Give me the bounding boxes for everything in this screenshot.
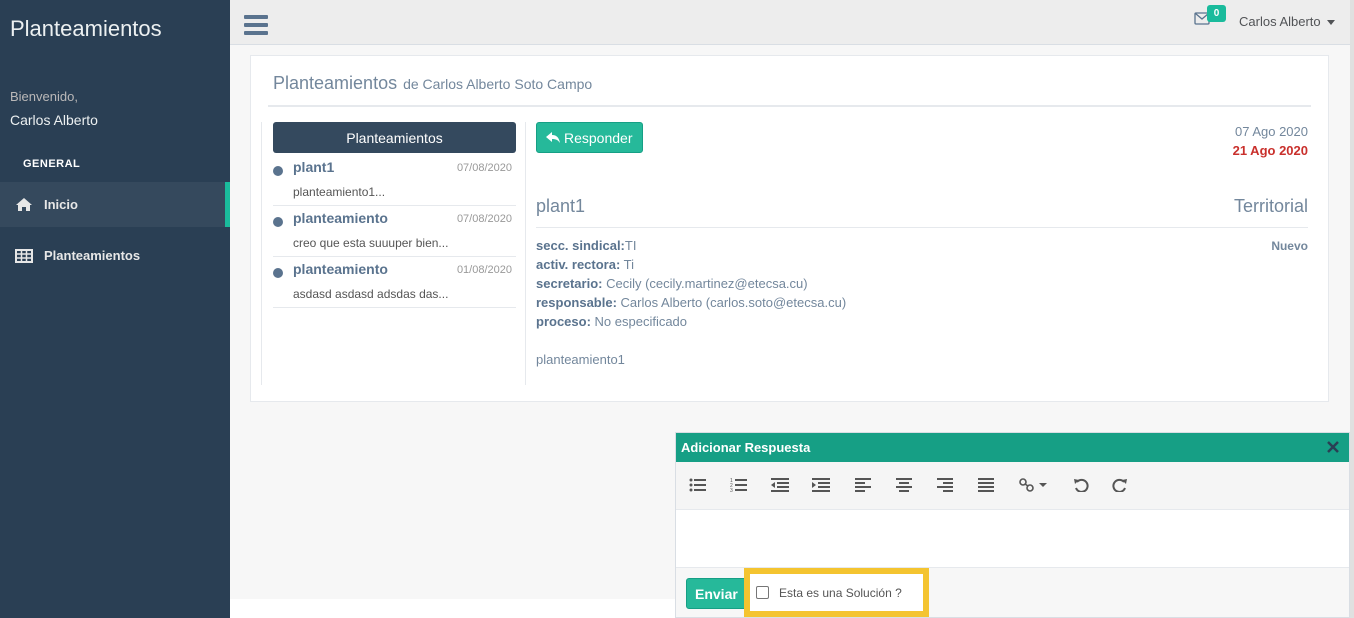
solution-checkbox-label: Esta es una Solución ? <box>779 585 902 600</box>
close-icon[interactable] <box>1325 439 1341 455</box>
svg-text:3: 3 <box>730 488 733 493</box>
mail-count-badge: 0 <box>1207 5 1226 22</box>
panel-title: Planteamientos de Carlos Alberto Soto Cam… <box>273 73 592 94</box>
list-item-snippet: creo que esta suuuper bien... <box>293 236 449 250</box>
editor-toolbar: 123 <box>676 462 1349 510</box>
solution-highlight: Esta es una Solución ? <box>744 568 929 617</box>
field-label: proceso: <box>536 314 591 329</box>
list-item-date: 07/08/2020 <box>456 162 512 174</box>
welcome-text: Bienvenido, <box>10 89 78 104</box>
list-header-button[interactable]: Planteamientos <box>273 122 516 153</box>
list-item-title: planteamiento <box>293 210 388 226</box>
list-item[interactable]: plant1 07/08/2020 planteamiento1... <box>273 155 516 206</box>
list-item[interactable]: planteamiento 01/08/2020 asdasd asdasd a… <box>273 257 516 308</box>
field-value: Carlos Alberto (carlos.soto@etecsa.cu) <box>616 295 847 310</box>
panel-subtitle: de Carlos Alberto Soto Campo <box>403 76 593 92</box>
list-item-title: plant1 <box>293 159 335 175</box>
table-icon <box>14 248 34 264</box>
planteamientos-panel: Planteamientos de Carlos Alberto Soto Cam… <box>250 55 1329 402</box>
caret-down-icon <box>1326 20 1335 26</box>
field-secretario: secretario: Cecily (cecily.martinez@etec… <box>536 276 808 291</box>
user-menu-name: Carlos Alberto <box>1239 14 1321 29</box>
indent-icon[interactable] <box>810 475 832 495</box>
divider <box>268 105 1311 107</box>
planteamiento-detail: Responder 07 Ago 2020 21 Ago 2020 plant1… <box>536 122 1311 385</box>
bullet-list-icon[interactable] <box>687 475 709 495</box>
created-date: 07 Ago 2020 <box>1234 124 1308 139</box>
solution-checkbox-row[interactable]: Esta es una Solución ? <box>750 574 923 611</box>
undo-icon[interactable] <box>1070 475 1092 495</box>
align-right-icon[interactable] <box>934 475 956 495</box>
due-date: 21 Ago 2020 <box>1232 143 1308 158</box>
sidebar-username: Carlos Alberto <box>10 112 98 128</box>
list-item-snippet: asdasd asdasd adsdas das... <box>293 287 449 301</box>
field-label: responsable: <box>536 295 617 310</box>
compose-header: Adicionar Respuesta <box>676 433 1349 462</box>
scrollbar[interactable] <box>1350 0 1354 618</box>
top-nav: 0 Carlos Alberto <box>230 0 1354 45</box>
list-item[interactable]: planteamiento 07/08/2020 creo que esta s… <box>273 206 516 257</box>
sidebar-item-label: Inicio <box>44 197 78 212</box>
field-value: TI <box>624 238 637 253</box>
link-icon[interactable] <box>1018 475 1052 495</box>
footer <box>230 599 676 618</box>
menu-toggle-icon[interactable] <box>244 15 268 35</box>
bullet-icon <box>273 268 283 278</box>
detail-title: plant1 <box>536 196 586 216</box>
list-item-snippet: planteamiento1... <box>293 185 386 199</box>
field-label: activ. rectora: <box>536 257 621 272</box>
planteamientos-list: Planteamientos plant1 07/08/2020 plantea… <box>261 122 526 385</box>
bullet-icon <box>273 217 283 227</box>
reply-button-label: Responder <box>564 129 633 146</box>
detail-category: Territorial <box>1233 196 1308 216</box>
align-center-icon[interactable] <box>893 475 915 495</box>
redo-icon[interactable] <box>1109 475 1131 495</box>
menu-section-title: GENERAL <box>23 158 81 170</box>
field-value: Cecily (cecily.martinez@etecsa.cu) <box>602 276 808 291</box>
sidebar-item-label: Planteamientos <box>44 248 141 263</box>
field-proceso: proceso: No especificado <box>536 314 687 329</box>
detail-body: planteamiento1 <box>536 352 625 367</box>
reply-icon <box>546 131 560 143</box>
sidebar-item-planteamientos[interactable]: Planteamientos <box>0 233 230 278</box>
list-item-date: 07/08/2020 <box>456 213 512 225</box>
divider <box>536 227 1308 228</box>
send-button[interactable]: Enviar <box>686 578 747 609</box>
compose-reply-box: Adicionar Respuesta 123 Enviar Esta es u… <box>675 432 1350 618</box>
panel-title-text: Planteamientos <box>273 73 398 93</box>
home-icon <box>14 197 34 213</box>
solution-checkbox[interactable] <box>756 586 769 599</box>
field-label: secc. sindical: <box>536 238 625 253</box>
numbered-list-icon[interactable]: 123 <box>728 475 750 495</box>
reply-button[interactable]: Responder <box>536 122 643 153</box>
outdent-icon[interactable] <box>769 475 791 495</box>
status-badge: Nuevo <box>1271 239 1308 253</box>
justify-icon[interactable] <box>975 475 997 495</box>
field-responsable: responsable: Carlos Alberto (carlos.soto… <box>536 295 846 310</box>
reply-editor[interactable] <box>676 510 1349 568</box>
list-item-title: planteamiento <box>293 261 388 277</box>
sidebar: Planteamientos Bienvenido, Carlos Albert… <box>0 0 230 618</box>
field-secc-sindical: secc. sindical:TI <box>536 238 636 253</box>
bullet-icon <box>273 166 283 176</box>
list-item-date: 01/08/2020 <box>456 264 512 276</box>
field-value: No especificado <box>590 314 688 329</box>
compose-title: Adicionar Respuesta <box>681 440 811 455</box>
compose-footer: Enviar Esta es una Solución ? <box>676 568 1349 617</box>
sidebar-item-inicio[interactable]: Inicio <box>0 182 230 227</box>
align-left-icon[interactable] <box>852 475 874 495</box>
field-label: secretario: <box>536 276 603 291</box>
field-value: Ti <box>620 257 635 272</box>
app-brand[interactable]: Planteamientos <box>10 16 162 42</box>
field-activ-rectora: activ. rectora: Ti <box>536 257 634 272</box>
user-menu-toggle[interactable]: Carlos Alberto <box>1239 14 1335 29</box>
